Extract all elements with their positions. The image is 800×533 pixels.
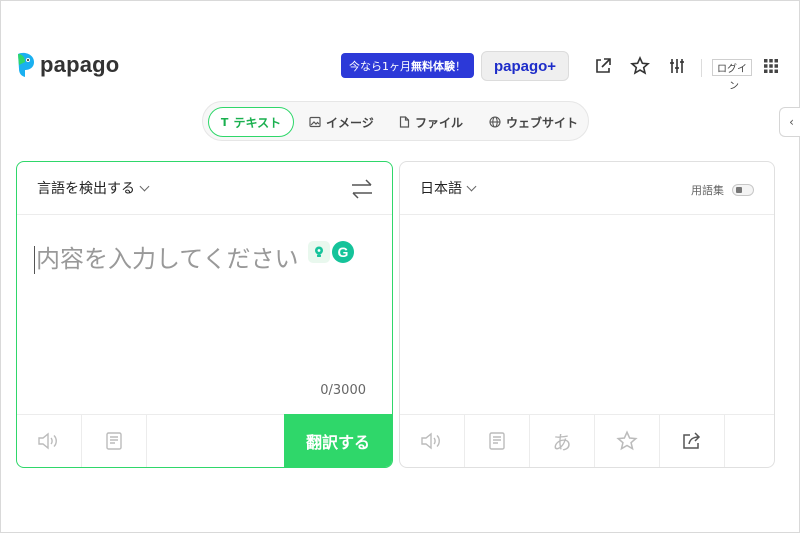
glossary-label: 用語集 xyxy=(691,184,724,197)
file-icon xyxy=(399,116,410,128)
grammar-extension[interactable]: G xyxy=(308,241,354,263)
source-language-select[interactable]: 言語を検出する xyxy=(37,178,150,198)
parrot-logo-icon xyxy=(18,52,34,77)
speaker-icon xyxy=(421,432,440,450)
source-panel-header: 言語を検出する xyxy=(17,162,392,215)
promo-bold: 無料体験 xyxy=(411,59,455,73)
grammarly-icon[interactable]: G xyxy=(332,241,354,263)
tab-website[interactable]: ウェブサイト xyxy=(489,107,578,137)
character-count: 0/3000 xyxy=(320,383,366,398)
glossary-toggle[interactable]: 用語集 xyxy=(691,182,754,198)
share-external-icon[interactable] xyxy=(592,55,614,77)
source-placeholder: 内容を入力してください xyxy=(36,245,299,273)
book-icon xyxy=(106,432,122,450)
papago-logo[interactable]: papago xyxy=(14,51,119,79)
free-trial-banner[interactable]: 今なら1ヶ月 無料体験！ xyxy=(341,53,474,78)
text-icon: T xyxy=(220,115,229,129)
listen-source-button[interactable] xyxy=(17,415,82,467)
login-label-overflow: ン xyxy=(729,81,739,92)
tab-label: テキスト xyxy=(233,115,282,130)
hiragana-label: あ xyxy=(552,431,572,454)
header-divider xyxy=(701,59,702,77)
promo-prefix: 今なら1ヶ月 xyxy=(349,59,411,73)
logo-text: papago xyxy=(40,52,120,77)
apps-grid-icon[interactable] xyxy=(760,55,782,77)
source-language-label: 言語を検出する xyxy=(37,181,135,197)
papago-plus-button[interactable]: papago+ xyxy=(481,51,569,81)
target-panel-footer: あ xyxy=(400,414,774,467)
listen-target-button[interactable] xyxy=(400,415,465,467)
source-text-input[interactable]: 内容を入力してください xyxy=(34,239,299,274)
lightbulb-icon[interactable] xyxy=(308,241,330,263)
speaker-icon xyxy=(38,432,57,450)
dictionary-target-button[interactable] xyxy=(465,415,530,467)
favorite-button[interactable] xyxy=(595,415,660,467)
chevron-down-icon xyxy=(466,181,477,191)
target-panel-header: 日本語 用語集 xyxy=(400,162,774,215)
toggle-switch[interactable] xyxy=(732,184,754,196)
settings-sliders-icon[interactable] xyxy=(666,55,688,77)
login-button[interactable]: ログイ xyxy=(712,59,752,76)
target-panel: 日本語 用語集 あ xyxy=(399,161,775,468)
mode-tabs: T テキスト イメージ ファイル ウェブサイト xyxy=(202,101,589,141)
side-panel-toggle[interactable]: ‹ xyxy=(779,107,800,137)
promo-suffix: ！ xyxy=(455,59,466,73)
text-caret xyxy=(34,246,35,274)
image-icon xyxy=(309,116,321,128)
tab-label: ウェブサイト xyxy=(506,115,579,130)
chevron-down-icon xyxy=(139,181,150,191)
romanization-button[interactable]: あ xyxy=(530,415,595,467)
star-icon[interactable] xyxy=(629,55,651,77)
share-button[interactable] xyxy=(660,415,725,467)
tab-image[interactable]: イメージ xyxy=(309,107,374,137)
translate-button[interactable]: 翻訳する xyxy=(284,414,392,467)
swap-languages-icon[interactable] xyxy=(350,178,374,200)
globe-icon xyxy=(489,116,501,128)
tab-label: イメージ xyxy=(326,115,374,130)
tab-text[interactable]: T テキスト xyxy=(208,107,294,137)
source-panel: 言語を検出する 内容を入力してください G 0/3000 翻訳する xyxy=(16,161,393,468)
star-icon xyxy=(616,430,638,451)
share-icon xyxy=(683,432,701,449)
book-icon xyxy=(489,432,505,450)
tab-file[interactable]: ファイル xyxy=(399,107,463,137)
dictionary-source-button[interactable] xyxy=(82,415,147,467)
target-language-select[interactable]: 日本語 xyxy=(420,178,477,198)
target-language-label: 日本語 xyxy=(420,181,462,197)
tab-label: ファイル xyxy=(415,115,464,130)
